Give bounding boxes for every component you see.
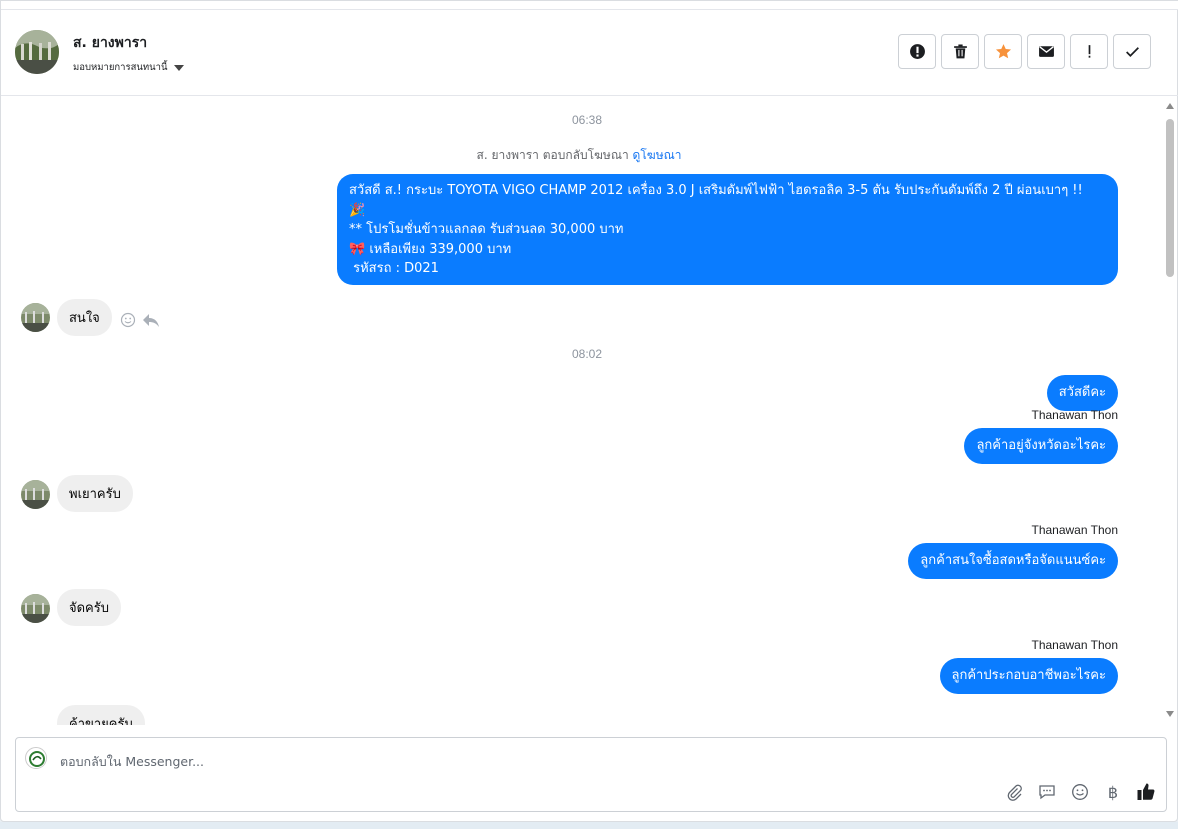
- star-icon: [995, 44, 1011, 59]
- contact-avatar[interactable]: [15, 30, 59, 74]
- sender-name: Thanawan Thon: [1031, 408, 1118, 422]
- timestamp: 08:02: [571, 347, 603, 361]
- reply-icon[interactable]: [142, 312, 160, 328]
- thumbs-up-icon[interactable]: [1136, 782, 1156, 802]
- exclamation-circle-icon: [909, 44, 925, 59]
- caret-down-icon: [173, 64, 184, 71]
- check-icon: [1125, 47, 1139, 57]
- incoming-message-bubble[interactable]: ค้าขายครับ: [57, 705, 145, 725]
- scroll-up-arrow-icon[interactable]: [1166, 103, 1174, 109]
- ad-message-line: 🎀 เหลือเพียง 339,000 บาท: [349, 241, 512, 257]
- bottom-band: [0, 822, 1178, 829]
- incoming-message-bubble[interactable]: พเยาครับ: [57, 475, 133, 512]
- message-thread[interactable]: 06:38 ส. ยางพารา ตอบกลับโฆษณา ดูโฆษณา สว…: [1, 97, 1161, 725]
- outgoing-message-bubble[interactable]: สวัสดีคะ: [1046, 375, 1118, 411]
- ad-reply-notice: ส. ยางพารา ตอบกลับโฆษณา ดูโฆษณา: [1, 146, 1157, 165]
- mark-done-button[interactable]: [1113, 34, 1151, 69]
- mark-important-button[interactable]: [1070, 34, 1108, 69]
- contact-avatar: [21, 303, 50, 332]
- contact-avatar: [21, 594, 50, 623]
- baht-symbol: ฿: [1107, 782, 1119, 802]
- reply-input[interactable]: [60, 750, 960, 772]
- contact-name[interactable]: ส. ยางพารา: [73, 32, 147, 54]
- incoming-message-bubble[interactable]: สนใจ: [57, 299, 112, 336]
- saved-reply-icon[interactable]: [1037, 782, 1057, 802]
- emoji-icon[interactable]: [1070, 782, 1090, 802]
- outgoing-message-bubble[interactable]: ลูกค้าประกอบอาชีพอะไรคะ: [939, 658, 1118, 694]
- sender-name: Thanawan Thon: [1031, 523, 1118, 537]
- ad-message-bubble[interactable]: สวัสดี ส.! กระบะ TOYOTA VIGO CHAMP 2012 …: [337, 174, 1118, 285]
- party-emoji: 🎉: [349, 202, 366, 218]
- assign-conversation-dropdown[interactable]: มอบหมายการสนทนานี้: [73, 60, 184, 75]
- envelope-icon: [1038, 46, 1054, 57]
- thread-scrollbar[interactable]: [1164, 97, 1176, 725]
- outgoing-message-bubble[interactable]: ลูกค้าอยู่จังหวัดอะไรคะ: [964, 428, 1118, 464]
- message-reactions: [120, 312, 160, 328]
- star-button[interactable]: [984, 34, 1022, 69]
- scroll-down-arrow-icon[interactable]: [1166, 711, 1174, 717]
- conversation-header: ส. ยางพารา มอบหมายการสนทนานี้: [1, 10, 1178, 96]
- report-spam-button[interactable]: [898, 34, 936, 69]
- assign-label: มอบหมายการสนทนานี้: [73, 62, 168, 73]
- baht-icon[interactable]: ฿: [1103, 782, 1123, 802]
- sender-name: Thanawan Thon: [1031, 638, 1118, 652]
- exclamation-icon: [1088, 45, 1090, 58]
- incoming-message-bubble[interactable]: จัดครับ: [57, 589, 121, 626]
- outgoing-message-bubble[interactable]: ลูกค้าสนใจซื้อสดหรือจัดแนนซ์คะ: [908, 543, 1118, 579]
- ad-message-line: ** โปรโมชั่นข้าวแลกลด รับส่วนลด 30,000 บ…: [349, 222, 624, 237]
- delete-button[interactable]: [941, 34, 979, 69]
- scrollbar-thumb[interactable]: [1166, 119, 1174, 277]
- view-ad-link[interactable]: ดูโฆษณา: [633, 148, 682, 162]
- page-avatar: [25, 747, 47, 769]
- conversation-actions: [898, 34, 1151, 69]
- ad-message-line: สวัสดี ส.! กระบะ TOYOTA VIGO CHAMP 2012 …: [349, 183, 1083, 198]
- trash-icon: [953, 44, 967, 59]
- ad-reply-notice-text: ส. ยางพารา ตอบกลับโฆษณา: [476, 148, 629, 162]
- emoji-reaction-icon[interactable]: [120, 312, 136, 328]
- timestamp: 06:38: [571, 113, 603, 127]
- paperclip-icon[interactable]: [1004, 782, 1024, 802]
- ad-message-line: รหัสรถ : D021: [349, 261, 439, 276]
- composer-tools: ฿: [1004, 782, 1156, 802]
- messenger-inbox-panel: ส. ยางพารา มอบหมายการสนทนานี้ 06:38 ส. ย…: [0, 0, 1178, 822]
- mark-unread-button[interactable]: [1027, 34, 1065, 69]
- top-divider: [1, 1, 1178, 10]
- contact-avatar: [21, 480, 50, 509]
- message-composer: ฿: [15, 737, 1167, 812]
